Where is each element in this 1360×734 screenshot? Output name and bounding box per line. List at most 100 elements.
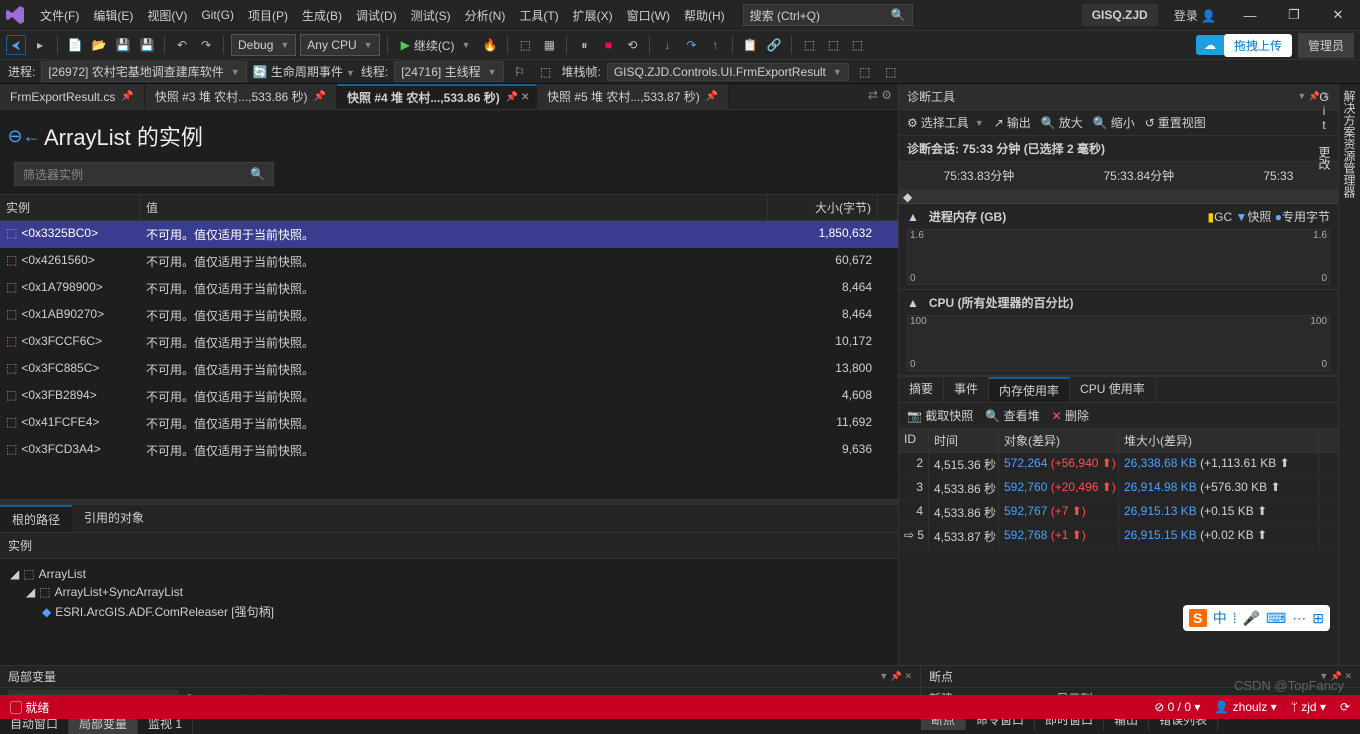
close-button[interactable]: ✕ — [1320, 7, 1356, 23]
menu-item[interactable]: 编辑(E) — [87, 3, 139, 28]
s2[interactable]: ⬚ — [881, 62, 901, 82]
menu-item[interactable]: Git(G) — [195, 4, 240, 26]
t2[interactable]: 🔗 — [764, 35, 784, 55]
instance-row[interactable]: ⬚<0x1A798900>不可用。值仅适用于当前快照。8,464 — [0, 275, 898, 302]
step-over-icon[interactable]: ↷ — [681, 35, 701, 55]
menu-item[interactable]: 窗口(W) — [621, 3, 676, 28]
output-btn[interactable]: ↗ 输出 — [994, 114, 1031, 131]
col-instance[interactable]: 实例 — [0, 195, 140, 220]
process-combo[interactable]: [26972] 农村宅基地调查建库软件▼ — [41, 61, 246, 82]
i2[interactable]: ▦ — [539, 35, 559, 55]
vtab-git-changes[interactable]: Git 更改 — [1316, 90, 1333, 659]
instance-row[interactable]: ⬚<0x3FB2894>不可用。值仅适用于当前快照。4,608 — [0, 383, 898, 410]
th-icon[interactable]: ⬚ — [536, 62, 556, 82]
restore-button[interactable]: ❐ — [1276, 7, 1312, 23]
delete-snapshot[interactable]: ✕ 删除 — [1052, 407, 1089, 424]
continue-button[interactable]: ▶ 继续(C)▼ — [395, 37, 477, 54]
snapshot-row[interactable]: 34,533.86 秒592,760 (+20,496 ⬆)26,914.98 … — [899, 477, 1338, 501]
t3[interactable]: ⬚ — [799, 35, 819, 55]
menu-item[interactable]: 视图(V) — [141, 3, 193, 28]
doc-tab[interactable]: 快照 #4 堆 农村...,533.86 秒)📌 ✕ — [337, 84, 537, 109]
menu-item[interactable]: 帮助(H) — [678, 3, 731, 28]
vtab-solution-explorer[interactable]: 解决方案资源管理器 — [1341, 90, 1358, 659]
flag-icon[interactable]: ⚐ — [510, 62, 530, 82]
snapshot-row[interactable]: 24,515.36 秒572,264 (+56,940 ⬆)26,338.68 … — [899, 453, 1338, 477]
redo-icon[interactable]: ↷ — [196, 35, 216, 55]
tab-root-paths[interactable]: 根的路径 — [0, 505, 72, 532]
cpu-chart[interactable]: 100100 00 — [907, 315, 1330, 371]
tab-referenced[interactable]: 引用的对象 — [72, 505, 156, 532]
undo-icon[interactable]: ↶ — [172, 35, 192, 55]
menu-item[interactable]: 测试(S) — [405, 3, 457, 28]
i1[interactable]: ⬚ — [515, 35, 535, 55]
save-icon[interactable]: 💾 — [113, 35, 133, 55]
tree-row[interactable]: ◆ ESRI.ArcGIS.ADF.ComReleaser [强句柄] — [10, 601, 888, 622]
col-size[interactable]: 大小(字节) — [768, 195, 878, 220]
nav-fwd-icon[interactable]: ▸ — [30, 35, 50, 55]
instance-row[interactable]: ⬚<0x3FCD3A4>不可用。值仅适用于当前快照。9,636 — [0, 437, 898, 464]
menu-item[interactable]: 调试(D) — [350, 3, 403, 28]
memory-chart[interactable]: 1.61.6 00 — [907, 229, 1330, 285]
subtab-summary[interactable]: 摘要 — [899, 377, 944, 402]
instance-row[interactable]: ⬚<0x41FCFE4>不可用。值仅适用于当前快照。11,692 — [0, 410, 898, 437]
doc-tab[interactable]: 快照 #5 堆 农村...,533.87 秒)📌 — [537, 84, 729, 109]
hot-reload-icon[interactable]: 🔥 — [480, 35, 500, 55]
snapshot-row[interactable]: ⇨ 54,533.87 秒592,768 (+1 ⬆)26,915.15 KB … — [899, 525, 1338, 549]
snapshot-row[interactable]: 44,533.86 秒592,767 (+7 ⬆)26,915.13 KB (+… — [899, 501, 1338, 525]
capture-snapshot[interactable]: 📷 截取快照 — [907, 407, 973, 424]
col-value[interactable]: 值 — [140, 195, 768, 220]
menu-item[interactable]: 项目(P) — [242, 3, 294, 28]
back-icon[interactable]: ⊖← — [14, 126, 34, 146]
ime-bar[interactable]: S中⁞🎤⌨⋯⊞ — [1183, 605, 1330, 631]
stackframe-combo[interactable]: GISQ.ZJD.Controls.UI.FrmExportResult▼ — [607, 63, 849, 81]
t1[interactable]: 📋 — [740, 35, 760, 55]
upload-button[interactable]: 拖拽上传 — [1224, 34, 1292, 57]
step-into-icon[interactable]: ↓ — [657, 35, 677, 55]
doc-tab[interactable]: 快照 #3 堆 农村...,533.86 秒)📌 — [145, 84, 337, 109]
new-icon[interactable]: 📄 — [65, 35, 85, 55]
filter-input[interactable]: 筛选器实例🔍 — [14, 162, 274, 186]
doc-tab[interactable]: FrmExportResult.cs📌 — [0, 84, 145, 109]
nav-back-icon[interactable]: ⮜ — [6, 35, 26, 55]
search-input[interactable]: 搜索 (Ctrl+Q)🔍 — [743, 4, 913, 26]
s1[interactable]: ⬚ — [855, 62, 875, 82]
solution-name[interactable]: GISQ.ZJD — [1082, 4, 1158, 26]
menu-item[interactable]: 文件(F) — [34, 3, 85, 28]
menu-item[interactable]: 分析(N) — [459, 3, 512, 28]
zoom-in[interactable]: 🔍 放大 — [1041, 114, 1083, 131]
pause-icon[interactable]: ⏸ — [574, 35, 594, 55]
view-heap[interactable]: 🔍 查看堆 — [985, 407, 1039, 424]
instance-row[interactable]: ⬚<0x1AB90270>不可用。值仅适用于当前快照。8,464 — [0, 302, 898, 329]
zoom-out[interactable]: 🔍 缩小 — [1093, 114, 1135, 131]
subtab-memory[interactable]: 内存使用率 — [989, 377, 1070, 402]
minimize-button[interactable]: — — [1232, 8, 1268, 23]
subtab-events[interactable]: 事件 — [944, 377, 989, 402]
menu-item[interactable]: 扩展(X) — [567, 3, 619, 28]
t4[interactable]: ⬚ — [823, 35, 843, 55]
thread-combo[interactable]: [24716] 主线程▼ — [394, 61, 503, 82]
status-sync[interactable]: ⟳ — [1340, 700, 1350, 714]
instance-row[interactable]: ⬚<0x3FCCF6C>不可用。值仅适用于当前快照。10,172 — [0, 329, 898, 356]
t5[interactable]: ⬚ — [847, 35, 867, 55]
reset-view[interactable]: ↺ 重置视图 — [1145, 114, 1206, 131]
cloud-icon[interactable]: ☁ — [1196, 35, 1224, 55]
menu-item[interactable]: 生成(B) — [296, 3, 348, 28]
signin-button[interactable]: 登录 👤 — [1166, 3, 1224, 28]
saveall-icon[interactable]: 💾 — [137, 35, 157, 55]
lifecycle-label[interactable]: 🔄 生命周期事件▼ — [253, 63, 355, 80]
admin-button[interactable]: 管理员 — [1298, 33, 1354, 58]
step-out-icon[interactable]: ↑ — [705, 35, 725, 55]
platform-combo[interactable]: Any CPU▼ — [300, 34, 379, 56]
instance-row[interactable]: ⬚<0x3325BC0>不可用。值仅适用于当前快照。1,850,632 — [0, 221, 898, 248]
status-errors[interactable]: ⊘ 0 / 0 ▾ — [1154, 700, 1200, 714]
status-branch[interactable]: ᛘ zjd ▾ — [1291, 700, 1326, 714]
subtab-cpu[interactable]: CPU 使用率 — [1070, 377, 1156, 402]
events-icon[interactable]: ◆ — [903, 190, 912, 204]
open-icon[interactable]: 📂 — [89, 35, 109, 55]
tree-row[interactable]: ◢ ⬚ ArrayList+SyncArrayList — [10, 583, 888, 601]
tree-row[interactable]: ◢ ⬚ ArrayList — [10, 565, 888, 583]
restart-icon[interactable]: ⟲ — [622, 35, 642, 55]
config-combo[interactable]: Debug▼ — [231, 34, 296, 56]
stop-icon[interactable]: ■ — [598, 35, 618, 55]
menu-item[interactable]: 工具(T) — [513, 3, 564, 28]
